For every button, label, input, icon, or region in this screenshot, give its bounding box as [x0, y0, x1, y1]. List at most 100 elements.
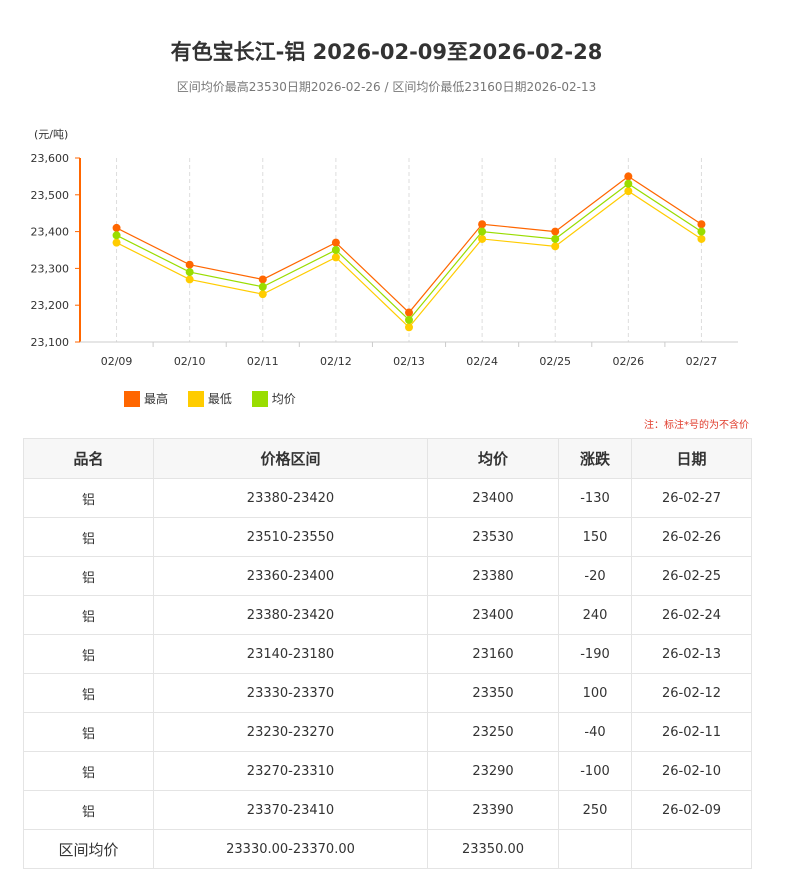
data-point-low: [112, 238, 121, 247]
table-cell: 23400: [427, 595, 559, 635]
table-cell: 23250: [427, 712, 559, 752]
data-point-low: [185, 275, 194, 284]
header-cell: 日期: [631, 438, 752, 479]
data-point-high: [185, 260, 194, 269]
data-point-avg: [551, 234, 560, 243]
table-cell: 铝: [23, 751, 154, 791]
x-tick-label: 02/11: [247, 355, 279, 368]
table-cell: 23230-23270: [153, 712, 428, 752]
data-point-avg: [624, 179, 633, 188]
table-cell: 23400: [427, 478, 559, 518]
table-row: 铝 23330-23370 23350 100 26-02-12: [23, 673, 752, 713]
table-cell: 26-02-10: [631, 751, 752, 791]
data-point-high: [112, 223, 121, 232]
y-tick-label: 23,500: [31, 189, 70, 202]
data-point-low: [551, 242, 560, 251]
table-cell: 240: [558, 595, 632, 635]
x-tick-label: 02/26: [612, 355, 644, 368]
data-point-low: [405, 323, 413, 332]
table-cell: 铝: [23, 634, 154, 674]
table-cell: 26-02-25: [631, 556, 752, 596]
legend-label-high: 最高: [144, 392, 169, 406]
legend-swatch-low: [187, 390, 204, 407]
legend-swatch-avg: [251, 390, 268, 407]
data-point-high: [405, 308, 413, 317]
x-tick-label: 02/13: [393, 355, 425, 368]
table-cell: 23290: [427, 751, 559, 791]
table-cell: 铝: [23, 790, 154, 830]
table-row: 铝 23230-23270 23250 -40 26-02-11: [23, 712, 752, 752]
data-point-high: [697, 220, 706, 229]
table-body: 铝 23380-23420 23400 -130 26-02-27 铝 23510-2355…: [23, 478, 752, 869]
table-cell: 23380: [427, 556, 559, 596]
table-cell: 23380-23420: [153, 478, 428, 518]
data-point-avg: [185, 268, 194, 277]
table-cell: 铝: [23, 478, 154, 518]
data-point-avg: [478, 227, 487, 236]
data-point-high: [624, 172, 633, 181]
table-cell: 铝: [23, 517, 154, 557]
table-cell: -20: [558, 556, 632, 596]
y-tick-label: 23,400: [31, 226, 70, 239]
summary-cell: [631, 829, 752, 869]
table-cell: 23380-23420: [153, 595, 428, 635]
summary-cell: 23330.00-23370.00: [153, 829, 428, 869]
table-header-row: 品名 价格区间 均价 涨跌 日期: [23, 438, 752, 479]
data-point-low: [624, 187, 633, 196]
table-row: 铝 23510-23550 23530 150 26-02-26: [23, 517, 752, 557]
chart-title: 有色宝长江-铝 2026-02-09至2026-02-28: [170, 40, 603, 64]
data-point-low: [258, 290, 267, 299]
table-cell: -100: [558, 751, 632, 791]
table-cell: 26-02-27: [631, 478, 752, 518]
legend-item-high[interactable]: 最高: [124, 390, 168, 407]
table-cell: 23390: [427, 790, 559, 830]
summary-cell: [558, 829, 632, 869]
legend-item-low[interactable]: 最低: [187, 390, 232, 407]
y-axis-label: (元/吨): [34, 128, 68, 141]
x-tick-label: 02/10: [174, 355, 206, 368]
price-table: 品名 价格区间 均价 涨跌 日期 铝 23380-23420 23400 -130 26…: [23, 438, 752, 869]
y-tick-label: 23,100: [31, 336, 70, 349]
table-row: 铝 23360-23400 23380 -20 26-02-25: [23, 556, 752, 596]
table-cell: 23530: [427, 517, 559, 557]
table-cell: -40: [558, 712, 632, 752]
table-cell: 26-02-12: [631, 673, 752, 713]
table-cell: -190: [558, 634, 632, 674]
table-cell: 铝: [23, 556, 154, 596]
data-point-avg: [405, 315, 413, 324]
data-point-low: [478, 234, 487, 243]
data-point-high: [478, 220, 487, 229]
table-cell: -130: [558, 478, 632, 518]
data-point-avg: [258, 282, 267, 291]
table-cell: 26-02-24: [631, 595, 752, 635]
table-cell: 26-02-26: [631, 517, 752, 557]
table-row: 铝 23140-23180 23160 -190 26-02-13: [23, 634, 752, 674]
x-tick-label: 02/24: [466, 355, 498, 368]
data-point-high: [551, 227, 560, 236]
table-cell: 23370-23410: [153, 790, 428, 830]
line-chart: (元/吨) 23,100 23,200 23,300 23,400 23,500 23,60…: [31, 128, 738, 368]
table-row: 铝 23380-23420 23400 -130 26-02-27: [23, 478, 752, 518]
x-tick-label: 02/27: [686, 355, 718, 368]
header-cell: 品名: [23, 438, 154, 479]
summary-cell: 区间均价: [23, 829, 154, 869]
y-tick-label: 23,200: [31, 299, 70, 312]
table-row: 铝 23270-23310 23290 -100 26-02-10: [23, 751, 752, 791]
y-tick-label: 23,600: [31, 152, 70, 165]
table-cell: 铝: [23, 673, 154, 713]
table-cell: 23360-23400: [153, 556, 428, 596]
data-point-avg: [112, 231, 121, 240]
y-tick-label: 23,300: [31, 262, 70, 275]
legend: 最高 最低 均价: [124, 390, 312, 410]
legend-label-avg: 均价: [271, 392, 296, 406]
table-cell: 26-02-13: [631, 634, 752, 674]
legend-item-avg[interactable]: 均价: [251, 390, 296, 407]
table-cell: 23270-23310: [153, 751, 428, 791]
data-point-high: [331, 238, 340, 247]
summary-row: 区间均价 23330.00-23370.00 23350.00: [23, 829, 752, 869]
table-cell: 250: [558, 790, 632, 830]
table-row: 铝 23380-23420 23400 240 26-02-24: [23, 595, 752, 635]
table-cell: 150: [558, 517, 632, 557]
table-cell: 铝: [23, 595, 154, 635]
x-tick-label: 02/09: [101, 355, 133, 368]
